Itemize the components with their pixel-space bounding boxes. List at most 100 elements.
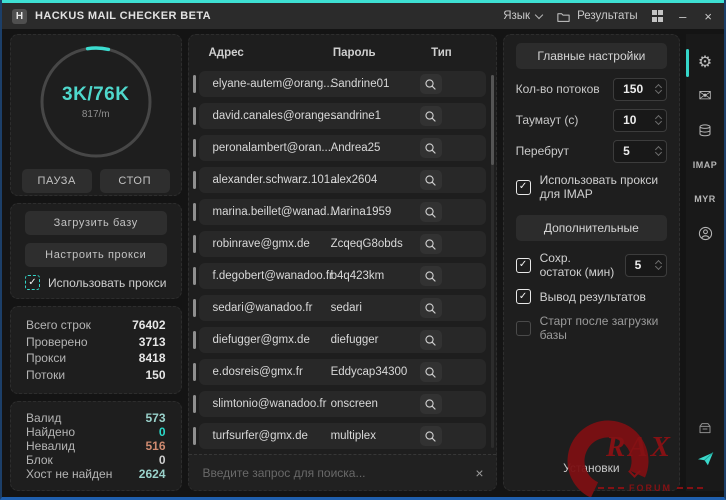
row-search-button[interactable] <box>420 298 442 318</box>
row-search-button[interactable] <box>420 266 442 286</box>
table-row: sedari@wanadoo.frsedari <box>199 295 486 321</box>
load-base-button[interactable]: Загрузить базу <box>25 211 167 235</box>
bruteforce-spinner[interactable]: 5 <box>613 140 667 163</box>
row-search-button[interactable] <box>420 330 442 350</box>
checkbox-box: ✓ <box>516 258 531 273</box>
search-input[interactable] <box>201 465 468 481</box>
results-button[interactable]: Результаты <box>556 9 638 24</box>
column-password: Пароль <box>333 47 376 59</box>
timeout-spinner[interactable]: 10 <box>613 109 667 132</box>
magnifier-icon <box>424 430 437 443</box>
language-menu[interactable]: Язык <box>503 10 542 22</box>
stat-row: Проверено3713 <box>26 335 166 349</box>
stat-row: Прокси8418 <box>26 351 166 365</box>
minimize-button[interactable]: – <box>677 9 688 24</box>
app-logo: H <box>12 9 27 24</box>
left-panel: 3K/76K 817/m ПАУЗА СТОП Загрузить базу Н… <box>10 34 182 491</box>
app-window: H HACKUS MAIL CHECKER BETA Язык Результа… <box>0 0 726 500</box>
stat-row: Валид573 <box>26 411 166 425</box>
checkbox-box: ✓ <box>516 180 531 195</box>
row-search-button[interactable] <box>420 362 442 382</box>
row-search-button[interactable] <box>420 170 442 190</box>
timeout-field: Таумаут (с) 10 <box>516 108 667 132</box>
sidebar-item-settings[interactable]: ⚙ <box>686 48 724 78</box>
magnifier-icon <box>424 270 437 283</box>
chevron-down-icon <box>535 10 543 18</box>
sidebar-item-myr[interactable]: MYR <box>694 184 716 214</box>
table-row: turfsurfer@gmx.demultiplex <box>199 423 486 449</box>
clear-search-icon[interactable]: × <box>475 465 483 481</box>
stats-results-card: Валид573 Найдено0 Невалид516 Блок0 Хост … <box>10 401 182 491</box>
icon-sidebar: ⚙ ✉ IMAP MYR <box>686 34 724 491</box>
spinner-arrows-icon[interactable] <box>656 116 661 124</box>
magnifier-icon <box>424 174 437 187</box>
app-title: HACKUS MAIL CHECKER BETA <box>35 10 211 22</box>
sidebar-item-telegram[interactable] <box>686 443 724 473</box>
paper-plane-icon <box>696 449 715 468</box>
save-remainder-spinner[interactable]: 5 <box>625 254 667 277</box>
scrollbar[interactable] <box>491 75 494 448</box>
output-results-checkbox[interactable]: ✓ Вывод результатов <box>516 289 667 304</box>
row-search-button[interactable] <box>420 106 442 126</box>
apps-grid-icon[interactable] <box>652 10 664 22</box>
installs-section[interactable]: Установки <box>516 456 667 480</box>
table-row: alexander.schwarz.101...alex2604 <box>199 167 486 193</box>
imap-proxy-checkbox[interactable]: ✓ Использовать прокси для IMAP <box>516 173 667 201</box>
start-after-load-checkbox[interactable]: ✓ Старт после загрузки базы <box>516 314 667 342</box>
pause-button[interactable]: ПАУЗА <box>22 169 92 193</box>
sidebar-item-account[interactable] <box>686 218 724 248</box>
table-row: robinrave@gmx.deZcqeqG8obds <box>199 231 486 257</box>
table-header: Адрес Пароль Тип <box>189 35 496 71</box>
stats-primary-card: Всего строк76402 Проверено3713 Прокси841… <box>10 306 182 394</box>
configure-proxy-button[interactable]: Настроить прокси <box>25 243 167 267</box>
checkbox-box: ✓ <box>516 321 531 336</box>
table-row: peronalambert@oran...Andrea25 <box>199 135 486 161</box>
row-search-button[interactable] <box>420 202 442 222</box>
progress-card: 3K/76K 817/m ПАУЗА СТОП <box>10 34 182 196</box>
results-label: Результаты <box>577 10 638 22</box>
spinner-arrows-icon[interactable] <box>656 147 661 155</box>
row-search-button[interactable] <box>420 138 442 158</box>
main-settings-header: Главные настройки <box>516 43 667 69</box>
magnifier-icon <box>424 302 437 315</box>
column-type: Тип <box>431 47 452 59</box>
stat-row: Невалид516 <box>26 439 166 453</box>
row-search-button[interactable] <box>420 394 442 414</box>
sidebar-item-imap[interactable]: IMAP <box>693 150 718 180</box>
folder-icon <box>556 9 571 24</box>
stat-row: Хост не найден2624 <box>26 467 166 481</box>
magnifier-icon <box>424 78 437 91</box>
table-row: f.degobert@wanadoo.frb4q423km <box>199 263 486 289</box>
stop-button[interactable]: СТОП <box>100 169 170 193</box>
database-icon <box>697 123 713 139</box>
magnifier-icon <box>424 206 437 219</box>
checkbox-box: ✓ <box>516 289 531 304</box>
stat-row: Найдено0 <box>26 425 166 439</box>
table-row: slimtonio@wanadoo.fronscreen <box>199 391 486 417</box>
sidebar-item-database[interactable] <box>686 116 724 146</box>
spinner-arrows-icon[interactable] <box>656 85 661 93</box>
threads-field: Кол-во потоков 150 <box>516 77 667 101</box>
magnifier-icon <box>424 334 437 347</box>
scrollbar-thumb[interactable] <box>491 75 494 165</box>
stat-row: Блок0 <box>26 453 166 467</box>
table-row: e.dosreis@gmx.frEddycap34300 <box>199 359 486 385</box>
spinner-arrows-icon[interactable] <box>656 261 661 269</box>
use-proxy-checkbox[interactable]: ✓ Использовать прокси <box>25 275 167 290</box>
magnifier-icon <box>424 238 437 251</box>
main-area: 3K/76K 817/m ПАУЗА СТОП Загрузить базу Н… <box>2 29 724 497</box>
progress-counter: 3K/76K <box>62 84 129 106</box>
row-search-button[interactable] <box>420 234 442 254</box>
inbox-icon <box>697 420 713 436</box>
checkbox-box: ✓ <box>25 275 40 290</box>
close-button[interactable]: × <box>702 9 714 24</box>
sidebar-item-mail[interactable]: ✉ <box>686 82 724 112</box>
active-indicator <box>686 49 689 77</box>
save-remainder-checkbox[interactable]: ✓ Сохр. остаток (мин) 5 <box>516 251 667 279</box>
row-search-button[interactable] <box>420 426 442 446</box>
sidebar-item-inbox[interactable] <box>686 413 724 443</box>
stat-row: Всего строк76402 <box>26 318 166 332</box>
row-search-button[interactable] <box>420 74 442 94</box>
magnifier-icon <box>424 366 437 379</box>
threads-spinner[interactable]: 150 <box>613 78 667 101</box>
